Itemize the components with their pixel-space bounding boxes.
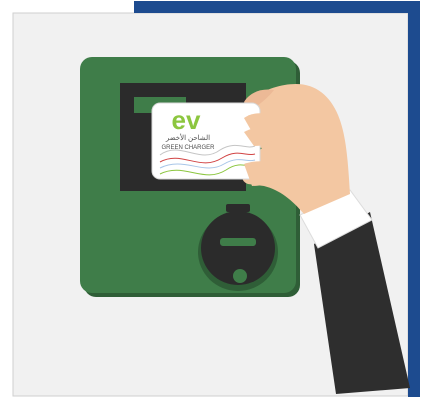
illustration-stage: ev الشاحن الأخضر GREEN CHARGER [0, 0, 448, 405]
ev-card-illustration: ev الشاحن الأخضر GREEN CHARGER [12, 1, 420, 397]
card-brand-text: GREEN CHARGER [161, 145, 215, 151]
card-logo: ev [172, 105, 201, 135]
